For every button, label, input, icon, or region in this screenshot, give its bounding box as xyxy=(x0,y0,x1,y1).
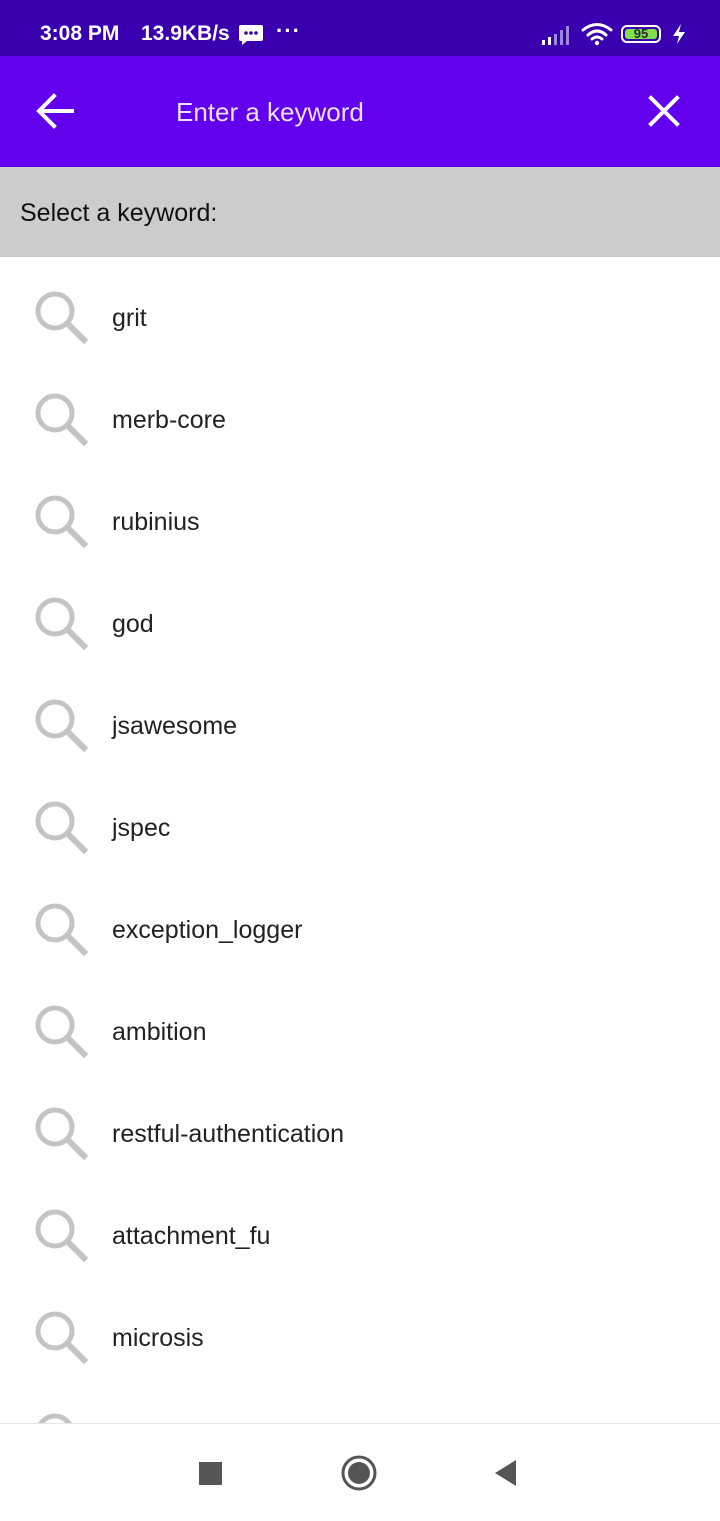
home-button[interactable] xyxy=(340,1454,378,1492)
keyword-label: jspec xyxy=(112,814,171,842)
back-button[interactable] xyxy=(32,91,78,131)
keyword-label: jsawesome xyxy=(112,712,238,740)
keyword-list-item[interactable]: exception_logger xyxy=(0,869,720,971)
more-notifications-icon: ··· xyxy=(276,18,301,43)
keyword-list[interactable]: grit merb-core rubinius god jsawesome jspec ex… xyxy=(0,257,720,1423)
keyword-label: attachment_fu xyxy=(112,1222,271,1250)
keyword-list-item[interactable]: attachment_fu xyxy=(0,1175,720,1277)
search-icon xyxy=(33,1207,89,1263)
keyword-label: microsis xyxy=(112,1324,204,1352)
close-icon xyxy=(648,95,680,127)
clear-button[interactable] xyxy=(643,90,685,132)
search-icon xyxy=(33,595,89,651)
wifi-icon xyxy=(581,22,613,51)
status-net-speed: 13.9KB/s xyxy=(141,22,230,45)
keyword-label: ambition xyxy=(112,1018,207,1046)
battery-percent: 95 xyxy=(633,26,649,41)
keyword-list-item[interactable]: grit xyxy=(0,257,720,359)
search-icon xyxy=(33,289,89,345)
search-icon xyxy=(33,901,89,957)
search-icon xyxy=(33,1105,89,1161)
nav-back-button[interactable] xyxy=(492,1458,518,1488)
select-keyword-title: Select a keyword: xyxy=(20,199,218,227)
keyword-list-item[interactable]: jspec xyxy=(0,767,720,869)
search-icon xyxy=(33,697,89,753)
status-time: 3:08 PM xyxy=(40,22,120,45)
search-icon xyxy=(33,1309,89,1365)
keyword-list-item[interactable]: rubinius xyxy=(0,461,720,563)
search-icon xyxy=(33,1003,89,1059)
keyword-list-item[interactable]: restful-authentication xyxy=(0,1073,720,1175)
search-toolbar xyxy=(0,56,720,167)
keyword-label: restful-authentication xyxy=(112,1120,345,1148)
select-keyword-header: Select a keyword: xyxy=(0,167,720,257)
keyword-list-item[interactable]: microsis xyxy=(0,1277,720,1379)
keyword-label: rubinius xyxy=(112,508,200,536)
keyword-search-input[interactable] xyxy=(176,94,596,130)
message-icon xyxy=(238,24,264,51)
recents-button[interactable] xyxy=(199,1462,222,1485)
keyword-label: exception_logger xyxy=(112,916,303,944)
keyword-label: god xyxy=(112,610,154,638)
navigation-bar xyxy=(0,1423,720,1521)
keyword-list-item[interactable]: god xyxy=(0,563,720,665)
keyword-label: grit xyxy=(112,304,147,332)
search-icon xyxy=(33,1411,89,1423)
keyword-label: merb-core xyxy=(112,406,226,434)
search-icon xyxy=(33,799,89,855)
keyword-list-item[interactable]: ambition xyxy=(0,971,720,1073)
arrow-left-icon xyxy=(36,93,74,129)
search-icon xyxy=(33,493,89,549)
signal-icon xyxy=(541,24,571,51)
back-triangle-icon xyxy=(495,1460,516,1486)
keyword-list-item[interactable] xyxy=(0,1379,720,1423)
battery-icon: 95 xyxy=(621,25,661,43)
charging-icon xyxy=(671,23,687,50)
keyword-list-item[interactable]: merb-core xyxy=(0,359,720,461)
status-bar: 3:08 PM 13.9KB/s ··· 95 xyxy=(0,0,720,56)
search-icon xyxy=(33,391,89,447)
home-icon xyxy=(341,1455,377,1491)
keyword-list-item[interactable]: jsawesome xyxy=(0,665,720,767)
